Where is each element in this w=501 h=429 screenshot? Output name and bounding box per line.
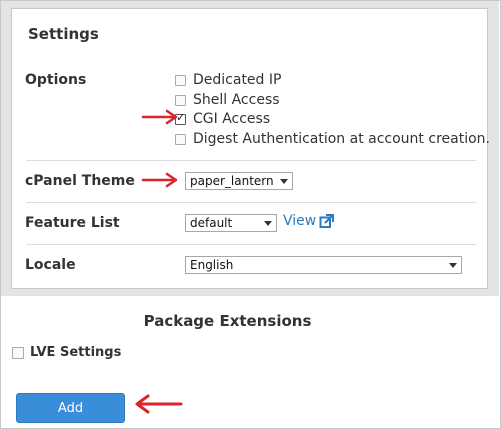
red-arrow-icon [141, 109, 178, 125]
digest-auth-label: Digest Authentication at account creatio… [193, 131, 490, 147]
options-label: Options [25, 72, 87, 88]
option-shell-access[interactable]: Shell Access [175, 91, 280, 109]
chevron-down-icon [280, 179, 288, 184]
theme-label: cPanel Theme [25, 173, 135, 189]
add-button[interactable]: Add [16, 393, 125, 423]
locale-select-value: English [190, 258, 234, 272]
dedicated-ip-checkbox[interactable] [175, 74, 186, 86]
lve-settings-option[interactable]: LVE Settings [12, 345, 121, 360]
settings-panel: Settings [11, 8, 488, 289]
feature-list-select-value: default [190, 216, 233, 230]
locale-label: Locale [25, 257, 76, 273]
divider [26, 160, 476, 161]
view-link-label: View [283, 213, 317, 229]
option-dedicated-ip[interactable]: Dedicated IP [175, 71, 281, 89]
settings-title: Settings [28, 25, 99, 43]
locale-select[interactable]: English [185, 256, 462, 274]
chevron-down-icon [449, 263, 457, 268]
digest-auth-checkbox[interactable] [175, 133, 186, 145]
feature-list-select[interactable]: default [185, 214, 277, 232]
external-link-icon [319, 213, 335, 228]
red-arrow-icon [141, 172, 178, 188]
chevron-down-icon [264, 221, 272, 226]
shell-access-label: Shell Access [193, 92, 280, 108]
option-digest-auth[interactable]: Digest Authentication at account creatio… [175, 130, 490, 148]
red-arrow-icon [135, 394, 183, 414]
lve-settings-checkbox[interactable] [12, 346, 24, 359]
package-extensions-title: Package Extensions [143, 312, 312, 330]
shell-access-checkbox[interactable] [175, 94, 186, 106]
dedicated-ip-label: Dedicated IP [193, 72, 282, 88]
lve-settings-label: LVE Settings [30, 345, 122, 360]
cgi-access-label: CGI Access [193, 111, 271, 127]
theme-select[interactable]: paper_lantern [185, 172, 293, 190]
theme-select-value: paper_lantern [190, 174, 274, 188]
feature-list-view-link[interactable]: View [283, 213, 335, 229]
settings-section: Settings [1, 1, 499, 296]
option-cgi-access[interactable]: CGI Access [175, 110, 270, 128]
feature-list-label: Feature List [25, 215, 120, 231]
divider [26, 202, 476, 203]
divider [26, 244, 476, 245]
